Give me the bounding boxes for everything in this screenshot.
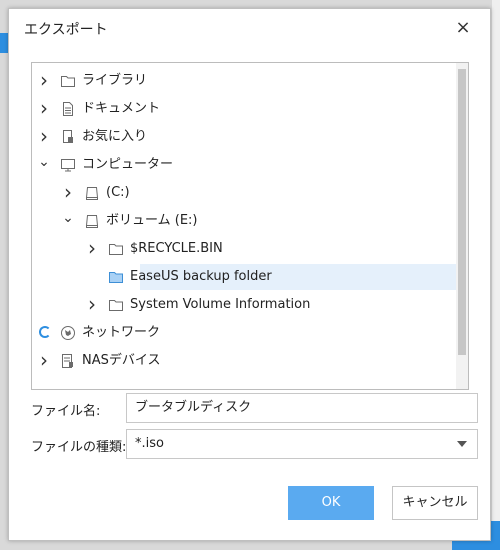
scrollbar-thumb[interactable] [458, 69, 466, 355]
background-app [492, 0, 500, 550]
tree-item-label: System Volume Information [130, 297, 311, 312]
dialog-title: エクスポート [24, 22, 108, 38]
folder-icon [108, 297, 124, 313]
chevron-right-icon[interactable]: › [36, 70, 52, 90]
tree-item[interactable]: ⌄ コンピューター [32, 152, 462, 178]
tree-item[interactable]: ネットワーク [32, 320, 462, 346]
tree-item[interactable]: › System Volume Information [32, 292, 462, 318]
drive-icon [84, 185, 100, 201]
tree-item[interactable]: EaseUS backup folder [32, 264, 462, 290]
tree-item-label: $RECYCLE.BIN [130, 241, 223, 256]
folder-icon [108, 241, 124, 257]
document-icon [60, 101, 76, 117]
tree-item[interactable]: › お気に入り [32, 124, 462, 150]
filetype-select[interactable]: *.iso [126, 429, 478, 459]
folder-icon [108, 269, 124, 285]
tree-item-label: ドキュメント [82, 101, 161, 116]
filetype-label: ファイルの種類: [31, 440, 127, 455]
filename-label: ファイル名: [31, 404, 101, 419]
filename-input[interactable]: ブータブルディスク [126, 393, 478, 423]
ok-button[interactable]: OK [288, 486, 374, 520]
loading-spinner-icon [39, 326, 51, 338]
computer-icon [60, 157, 76, 173]
filetype-value: *.iso [135, 436, 164, 451]
tree-item[interactable]: › ドキュメント [32, 96, 462, 122]
folder-tree[interactable]: › ライブラリ › ドキュメント › お気に入り ⌄ コンピューター › (C:) ⌄ ボリューム (… [31, 62, 469, 390]
folder-icon [60, 73, 76, 89]
title-bar: エクスポート × [9, 9, 490, 47]
tree-item-label: ネットワーク [82, 325, 161, 340]
chevron-down-icon[interactable]: ⌄ [60, 211, 76, 230]
tree-item-label: ボリューム (E:) [106, 213, 198, 228]
cancel-button[interactable]: キャンセル [392, 486, 478, 520]
drive-icon [84, 213, 100, 229]
tree-item-label: コンピューター [82, 157, 174, 172]
network-icon [60, 325, 76, 341]
chevron-down-icon[interactable]: ⌄ [36, 155, 52, 174]
tree-item-label: NASデバイス [82, 353, 161, 368]
nas-icon [60, 353, 76, 369]
chevron-right-icon[interactable]: › [36, 350, 52, 370]
chevron-right-icon[interactable]: › [36, 126, 52, 146]
chevron-right-icon[interactable]: › [84, 238, 100, 258]
vertical-scrollbar[interactable] [456, 63, 468, 389]
export-dialog: エクスポート × › ライブラリ › ドキュメント › お気に入り ⌄ コンピューター › (C:… [8, 8, 491, 541]
chevron-right-icon[interactable]: › [36, 98, 52, 118]
chevron-right-icon[interactable]: › [84, 294, 100, 314]
favorites-icon [60, 129, 76, 145]
tree-item[interactable]: › NASデバイス [32, 348, 462, 374]
tree-item-label: (C:) [106, 185, 130, 200]
tree-item[interactable]: › (C:) [32, 180, 462, 206]
tree-item[interactable]: › $RECYCLE.BIN [32, 236, 462, 262]
tree-item[interactable]: › ライブラリ [32, 68, 462, 94]
tree-item-label: ライブラリ [82, 73, 148, 88]
chevron-right-icon[interactable]: › [60, 182, 76, 202]
tree-item-label: お気に入り [82, 129, 148, 144]
chevron-down-icon[interactable] [457, 441, 467, 447]
tree-item-label: EaseUS backup folder [130, 269, 272, 284]
tree-item[interactable]: ⌄ ボリューム (E:) [32, 208, 462, 234]
close-icon[interactable]: × [450, 15, 476, 41]
